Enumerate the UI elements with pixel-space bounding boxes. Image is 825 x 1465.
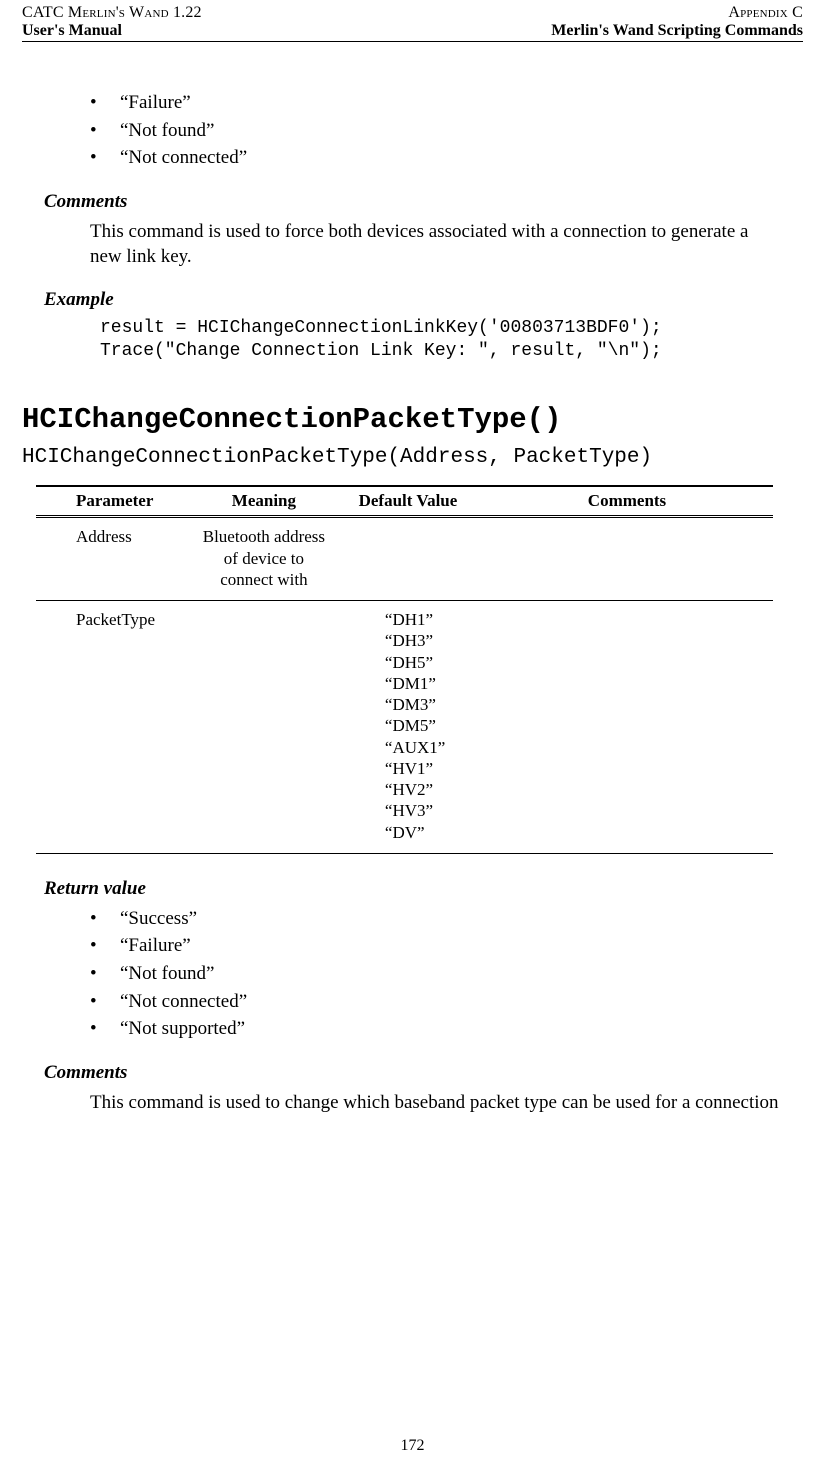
return-bullets: “Success” “Failure” “Not found” “Not con… — [90, 906, 781, 1042]
list-item: “Success” — [90, 906, 781, 932]
list-item: “Failure” — [90, 933, 781, 959]
running-header: CATC Merlin's Wand 1.22 User's Manual Ap… — [22, 4, 803, 39]
comments-text: This command is used to force both devic… — [90, 219, 781, 269]
function-heading: HCIChangeConnectionPacketType() — [22, 403, 781, 436]
cell-comments — [481, 601, 773, 854]
header-left-line1: CATC Merlin's Wand 1.22 — [22, 4, 202, 22]
header-right: Appendix C Merlin's Wand Scripting Comma… — [551, 4, 803, 39]
col-comments: Comments — [481, 486, 773, 517]
cell-meaning: Bluetooth address of device to connect w… — [193, 517, 335, 601]
list-item: “Failure” — [90, 90, 781, 116]
top-bullets: “Failure” “Not found” “Not connected” — [90, 90, 781, 171]
example-heading: Example — [44, 289, 781, 311]
header-right-line1: Appendix C — [551, 4, 803, 22]
col-meaning: Meaning — [193, 486, 335, 517]
cell-default: “DH1” “DH3” “DH5” “DM1” “DM3” “DM5” “AUX… — [335, 601, 481, 854]
table-row: PacketType “DH1” “DH3” “DH5” “DM1” “DM3”… — [36, 601, 773, 854]
header-right-line2: Merlin's Wand Scripting Commands — [551, 22, 803, 40]
col-default: Default Value — [335, 486, 481, 517]
page: CATC Merlin's Wand 1.22 User's Manual Ap… — [0, 0, 825, 1115]
cell-parameter: PacketType — [36, 601, 193, 854]
return-heading: Return value — [44, 878, 781, 900]
list-item: “Not connected” — [90, 145, 781, 171]
col-parameter: Parameter — [36, 486, 193, 517]
cell-parameter: Address — [36, 517, 193, 601]
table-header-row: Parameter Meaning Default Value Comments — [36, 486, 773, 517]
header-left: CATC Merlin's Wand 1.22 User's Manual — [22, 4, 202, 39]
main-content: “Failure” “Not found” “Not connected” Co… — [22, 42, 803, 1115]
comments-text-2: This command is used to change which bas… — [90, 1090, 781, 1115]
parameter-table: Parameter Meaning Default Value Comments… — [36, 485, 773, 854]
cell-meaning — [193, 601, 335, 854]
cell-default — [335, 517, 481, 601]
cell-comments — [481, 517, 773, 601]
list-item: “Not supported” — [90, 1016, 781, 1042]
list-item: “Not found” — [90, 961, 781, 987]
header-left-line2: User's Manual — [22, 22, 202, 40]
page-number: 172 — [0, 1437, 825, 1455]
table-row: Address Bluetooth address of device to c… — [36, 517, 773, 601]
list-item: “Not connected” — [90, 989, 781, 1015]
comments-heading-2: Comments — [44, 1062, 781, 1084]
example-code: result = HCIChangeConnectionLinkKey('008… — [100, 317, 781, 363]
list-item: “Not found” — [90, 118, 781, 144]
function-signature: HCIChangeConnectionPacketType(Address, P… — [22, 446, 781, 469]
comments-heading: Comments — [44, 191, 781, 213]
